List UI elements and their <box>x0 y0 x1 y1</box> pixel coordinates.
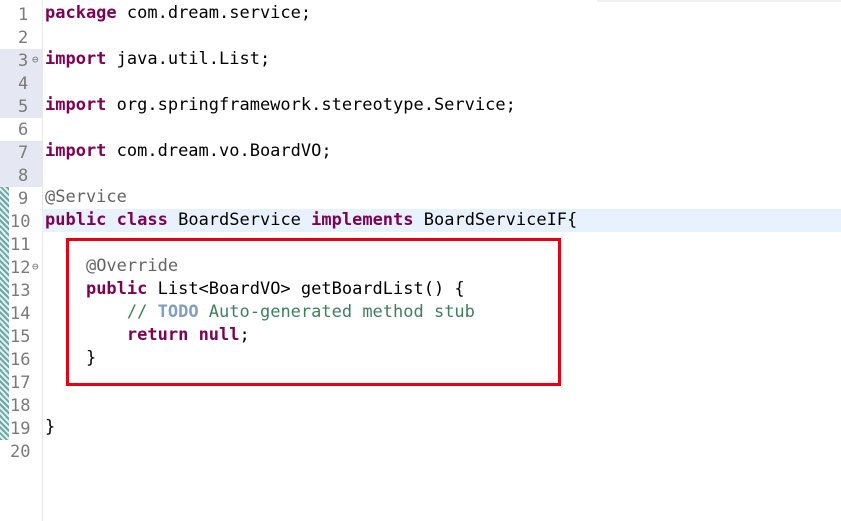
line-number-7: 7 <box>0 141 42 164</box>
change-indicator <box>0 233 9 256</box>
line-number-label: 12 <box>10 258 31 278</box>
kw-token: implements <box>311 210 414 230</box>
change-indicator <box>0 302 9 325</box>
ann-token: @Service <box>45 187 127 207</box>
line-number-label: 7 <box>18 143 29 163</box>
kw-token: import <box>45 95 107 115</box>
code-token: com.dream.service; <box>116 3 312 23</box>
change-indicator <box>0 279 9 302</box>
line-number-17: 17 <box>0 371 42 394</box>
line-number-19: 19 <box>0 417 42 440</box>
line-number-1: 1 <box>0 3 42 26</box>
change-indicator <box>0 325 9 348</box>
kw-token: public <box>45 210 107 230</box>
line-number-16: 16 <box>0 348 42 371</box>
line-number-label: 4 <box>18 74 29 94</box>
fold-toggle-icon[interactable]: ⊖ <box>32 261 39 273</box>
code-line-7[interactable]: import com.dream.vo.BoardVO; <box>45 140 332 163</box>
code-line-5[interactable]: import org.springframework.stereotype.Se… <box>45 94 516 117</box>
line-number-label: 6 <box>18 120 29 140</box>
kw-token: class <box>116 210 168 230</box>
code-line-1[interactable]: package com.dream.service; <box>45 2 311 25</box>
line-number-label: 20 <box>10 442 31 462</box>
line-number-6: 6 <box>0 118 42 141</box>
line-number-label: 3 <box>18 51 29 71</box>
change-indicator <box>0 256 9 279</box>
change-indicator <box>0 187 9 210</box>
line-number-label: 19 <box>10 419 31 439</box>
code-token: com.dream.vo.BoardVO; <box>106 141 332 161</box>
line-number-gutter: 1 2 3 ⊖ 4 5 6 7 8 9 10 11 12 ⊖ 13 14 15 16 17 18 19 20 <box>0 0 43 521</box>
line-number-8: 8 <box>0 164 42 187</box>
line-number-label: 13 <box>10 281 31 301</box>
line-number-13: 13 <box>0 279 42 302</box>
code-token: org.springframework.stereotype.Service; <box>106 95 516 115</box>
code-line-19[interactable]: } <box>45 416 55 439</box>
fold-toggle-icon[interactable]: ⊖ <box>32 54 39 66</box>
code-token: BoardServiceIF{ <box>413 210 578 230</box>
kw-token: import <box>45 141 107 161</box>
code-editor[interactable]: 1 2 3 ⊖ 4 5 6 7 8 9 10 11 12 ⊖ 13 14 15 16 17 18 19 20 packag… <box>0 0 841 521</box>
line-number-label: 8 <box>18 166 29 186</box>
kw-token: import <box>45 49 107 69</box>
code-token: } <box>45 417 56 437</box>
line-number-9: 9 <box>0 187 42 210</box>
line-number-2: 2 <box>0 26 42 49</box>
line-number-label: 16 <box>10 350 31 370</box>
code-token: java.util.List; <box>106 49 271 69</box>
line-number-15: 15 <box>0 325 42 348</box>
code-line-9[interactable]: @Service <box>45 186 127 209</box>
line-number-label: 9 <box>18 189 29 209</box>
line-number-label: 14 <box>10 304 31 324</box>
line-number-label: 11 <box>10 235 31 255</box>
line-number-12: 12 ⊖ <box>0 256 42 279</box>
line-number-3: 3 ⊖ <box>0 49 42 72</box>
line-number-label: 10 <box>10 212 31 232</box>
code-token: BoardService <box>167 210 312 230</box>
line-number-20: 20 <box>0 440 42 463</box>
editor-top-divider <box>597 0 841 2</box>
line-number-label: 18 <box>10 396 31 416</box>
line-number-11: 11 <box>0 233 42 256</box>
change-indicator <box>0 348 9 371</box>
line-number-4: 4 <box>0 72 42 95</box>
line-number-18: 18 <box>0 394 42 417</box>
highlight-box <box>66 238 561 386</box>
line-number-label: 1 <box>18 5 29 25</box>
change-indicator <box>0 210 9 233</box>
line-number-label: 15 <box>10 327 31 347</box>
line-number-5: 5 <box>0 95 42 118</box>
line-number-label: 17 <box>10 373 31 393</box>
line-number-10: 10 <box>0 210 42 233</box>
kw-token: package <box>45 3 117 23</box>
code-line-10[interactable]: public class BoardService implements Boa… <box>45 209 577 232</box>
change-indicator <box>0 394 9 417</box>
line-number-label: 2 <box>18 28 29 48</box>
code-line-3[interactable]: import java.util.List; <box>45 48 270 71</box>
change-indicator <box>0 371 9 394</box>
change-indicator <box>0 417 9 440</box>
line-number-label: 5 <box>18 97 29 117</box>
line-number-14: 14 <box>0 302 42 325</box>
